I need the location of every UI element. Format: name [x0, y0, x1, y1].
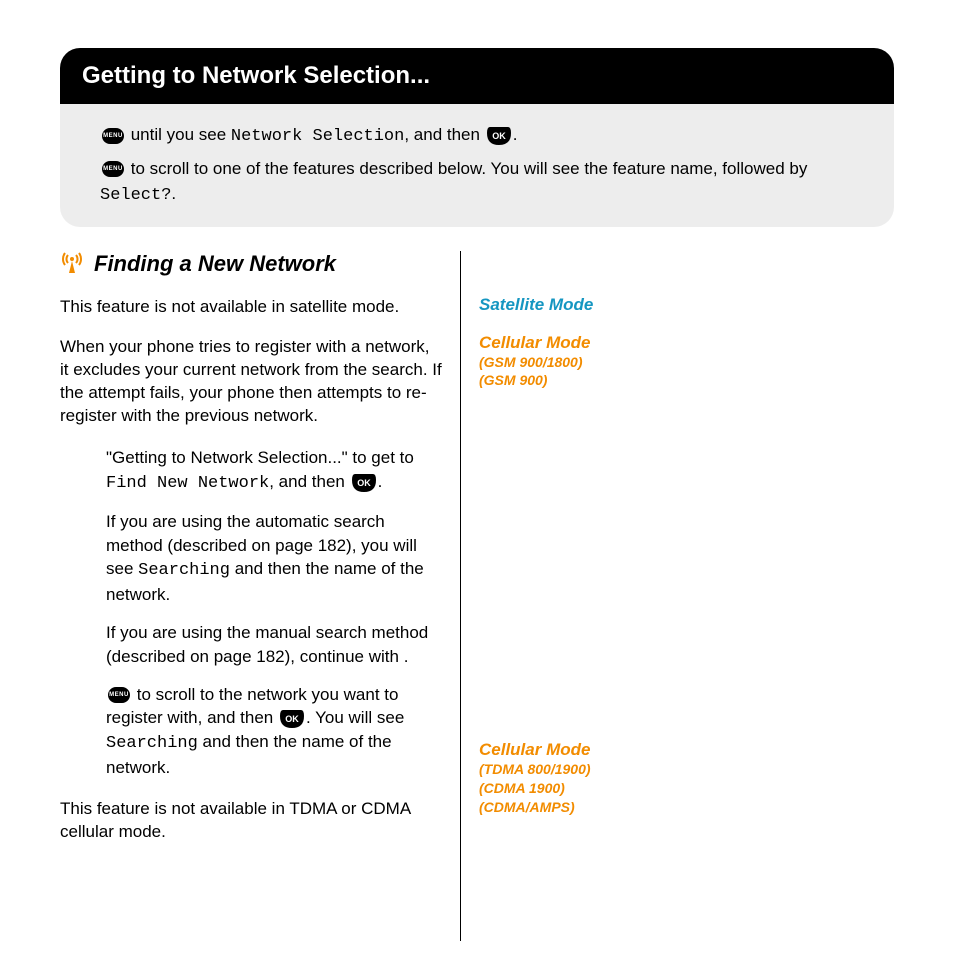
left-column: Finding a New Network This feature is no…	[60, 251, 460, 941]
mode-sublabel: (CDMA 1900)	[479, 779, 629, 798]
mode-sublabel: (TDMA 800/1900)	[479, 760, 629, 779]
lcd-text: Searching	[138, 561, 230, 580]
step: "Getting to Network Selection..." to get…	[106, 446, 442, 496]
text: .	[513, 125, 518, 144]
ok-icon: OK	[487, 127, 511, 145]
satellite-mode-label: Satellite Mode	[479, 295, 629, 315]
lcd-text: Network Selection	[231, 127, 404, 146]
steps-block: "Getting to Network Selection..." to get…	[106, 446, 442, 780]
cellular-mode-label: Cellular Mode	[479, 740, 629, 760]
ok-icon: OK	[352, 474, 376, 492]
svg-text:OK: OK	[357, 478, 371, 488]
text: .	[171, 184, 176, 203]
svg-text:OK: OK	[285, 714, 299, 724]
paragraph: This feature is not available in TDMA or…	[60, 798, 442, 844]
section-heading: Finding a New Network	[60, 251, 442, 278]
text: , and then	[269, 472, 349, 491]
text: "Getting to Network Selection..." to get…	[106, 448, 414, 467]
intro-box: MENU until you see Network Selection, an…	[60, 104, 894, 227]
intro-line-1: MENU until you see Network Selection, an…	[100, 122, 864, 150]
lcd-text: Select?	[100, 186, 171, 205]
step: If you are using the automatic search me…	[106, 510, 442, 607]
two-column-layout: Finding a New Network This feature is no…	[60, 251, 894, 941]
section-title: Finding a New Network	[94, 251, 336, 277]
text: .	[378, 472, 383, 491]
lcd-text: Searching	[106, 734, 198, 753]
mode-sublabel: (CDMA/AMPS)	[479, 798, 629, 817]
mode-sublabel: (GSM 900/1800)	[479, 353, 629, 372]
spacer	[479, 251, 629, 295]
cellular-mode-label: Cellular Mode	[479, 333, 629, 353]
page: Getting to Network Selection... MENU unt…	[0, 0, 954, 941]
ok-icon: OK	[280, 710, 304, 728]
spacer	[479, 390, 629, 740]
intro-line-2: MENU to scroll to one of the features de…	[100, 156, 864, 209]
page-title: Getting to Network Selection...	[82, 62, 430, 89]
lcd-text: Find New Network	[106, 474, 269, 493]
antenna-icon	[60, 251, 84, 278]
menu-icon: MENU	[102, 128, 124, 144]
text: to scroll to one of the features describ…	[126, 159, 807, 178]
menu-icon: MENU	[108, 687, 130, 703]
text: until you see	[126, 125, 231, 144]
text: If you are using the manual search metho…	[106, 623, 428, 666]
header-box: Getting to Network Selection...	[60, 48, 894, 104]
right-column: Satellite Mode Cellular Mode (GSM 900/18…	[460, 251, 629, 941]
text: . You will see	[306, 708, 404, 727]
spacer	[479, 315, 629, 333]
text: , and then	[404, 125, 484, 144]
mode-sublabel: (GSM 900)	[479, 371, 629, 390]
paragraph: This feature is not available in satelli…	[60, 296, 442, 319]
step: MENU to scroll to the network you want t…	[106, 683, 442, 780]
menu-icon: MENU	[102, 161, 124, 177]
step: If you are using the manual search metho…	[106, 621, 442, 669]
text: .	[404, 647, 409, 666]
svg-text:OK: OK	[492, 131, 506, 141]
paragraph: When your phone tries to register with a…	[60, 336, 442, 428]
